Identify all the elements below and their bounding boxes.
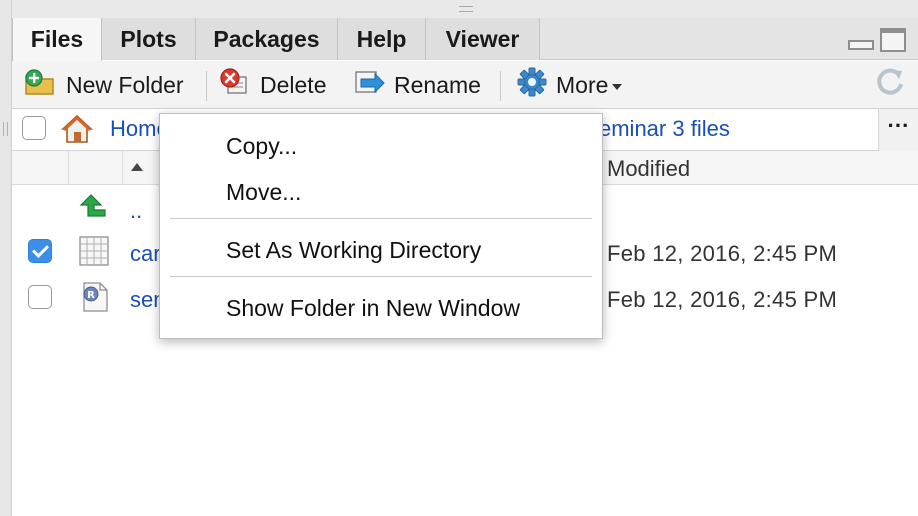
- column-divider: [68, 151, 69, 185]
- file-modified-date: Feb 12, 2016, 2:45 PM: [607, 241, 838, 266]
- tab-help[interactable]: Help: [338, 18, 426, 60]
- menu-item-show-folder-new-window[interactable]: Show Folder in New Window: [160, 287, 602, 329]
- toolbar-divider: [500, 71, 501, 101]
- tab-plots[interactable]: Plots: [102, 18, 196, 60]
- delete-label: Delete: [260, 71, 327, 98]
- toolbar-divider: [206, 71, 207, 101]
- more-dropdown-menu: Copy... Move... Set As Working Directory…: [159, 113, 603, 339]
- breadcrumb-current-folder[interactable]: seminar 3 files: [588, 116, 730, 142]
- file-modified-date: Feb 12, 2016, 2:45 PM: [607, 287, 838, 312]
- pane-grip[interactable]: [3, 122, 8, 136]
- pane-splitter[interactable]: [12, 0, 918, 18]
- window-controls: [842, 28, 906, 52]
- files-toolbar: New Folder Delete Rename More: [12, 61, 918, 109]
- new-folder-icon: [24, 68, 58, 102]
- more-label: More: [556, 71, 609, 98]
- up-arrow-icon: [78, 192, 108, 227]
- menu-item-copy[interactable]: Copy...: [160, 125, 602, 167]
- parent-folder-link[interactable]: ..: [130, 198, 142, 224]
- refresh-button[interactable]: [874, 61, 914, 109]
- menu-item-move[interactable]: Move...: [160, 171, 602, 213]
- delete-button[interactable]: Delete: [218, 61, 326, 109]
- home-icon[interactable]: [60, 113, 94, 150]
- menu-item-set-working-directory[interactable]: Set As Working Directory: [160, 229, 602, 271]
- data-table-icon: [78, 235, 110, 272]
- more-menu-button[interactable]: More: [516, 61, 623, 109]
- modified-column-header[interactable]: Modified: [607, 156, 690, 182]
- svg-text:R: R: [87, 290, 95, 301]
- rename-button[interactable]: Rename: [352, 61, 481, 109]
- sort-ascending-icon[interactable]: [131, 163, 143, 171]
- row-checkbox[interactable]: [28, 239, 52, 263]
- delete-icon: [218, 67, 252, 103]
- tab-viewer[interactable]: Viewer: [426, 18, 540, 60]
- r-file-icon: R: [78, 281, 110, 318]
- more-options-icon[interactable]: ···: [878, 109, 918, 151]
- file-link[interactable]: car: [130, 241, 161, 267]
- pane-tab-bar: Files Plots Packages Help Viewer: [12, 18, 918, 61]
- menu-divider: [170, 218, 592, 219]
- rename-label: Rename: [394, 71, 481, 98]
- minimize-pane-button[interactable]: [848, 40, 874, 50]
- tab-packages[interactable]: Packages: [196, 18, 338, 60]
- left-pane-edge[interactable]: [0, 0, 12, 516]
- chevron-down-icon: [612, 84, 623, 90]
- tab-files[interactable]: Files: [12, 18, 102, 61]
- column-divider: [122, 151, 123, 185]
- menu-divider: [170, 276, 592, 277]
- select-all-checkbox[interactable]: [22, 116, 46, 140]
- gear-icon: [516, 66, 548, 104]
- row-checkbox[interactable]: [28, 285, 52, 309]
- maximize-pane-button[interactable]: [880, 28, 906, 52]
- new-folder-label: New Folder: [66, 71, 184, 98]
- splitter-handle[interactable]: [459, 6, 473, 12]
- refresh-icon: [874, 66, 906, 104]
- rename-icon: [352, 67, 386, 103]
- new-folder-button[interactable]: New Folder: [24, 61, 184, 109]
